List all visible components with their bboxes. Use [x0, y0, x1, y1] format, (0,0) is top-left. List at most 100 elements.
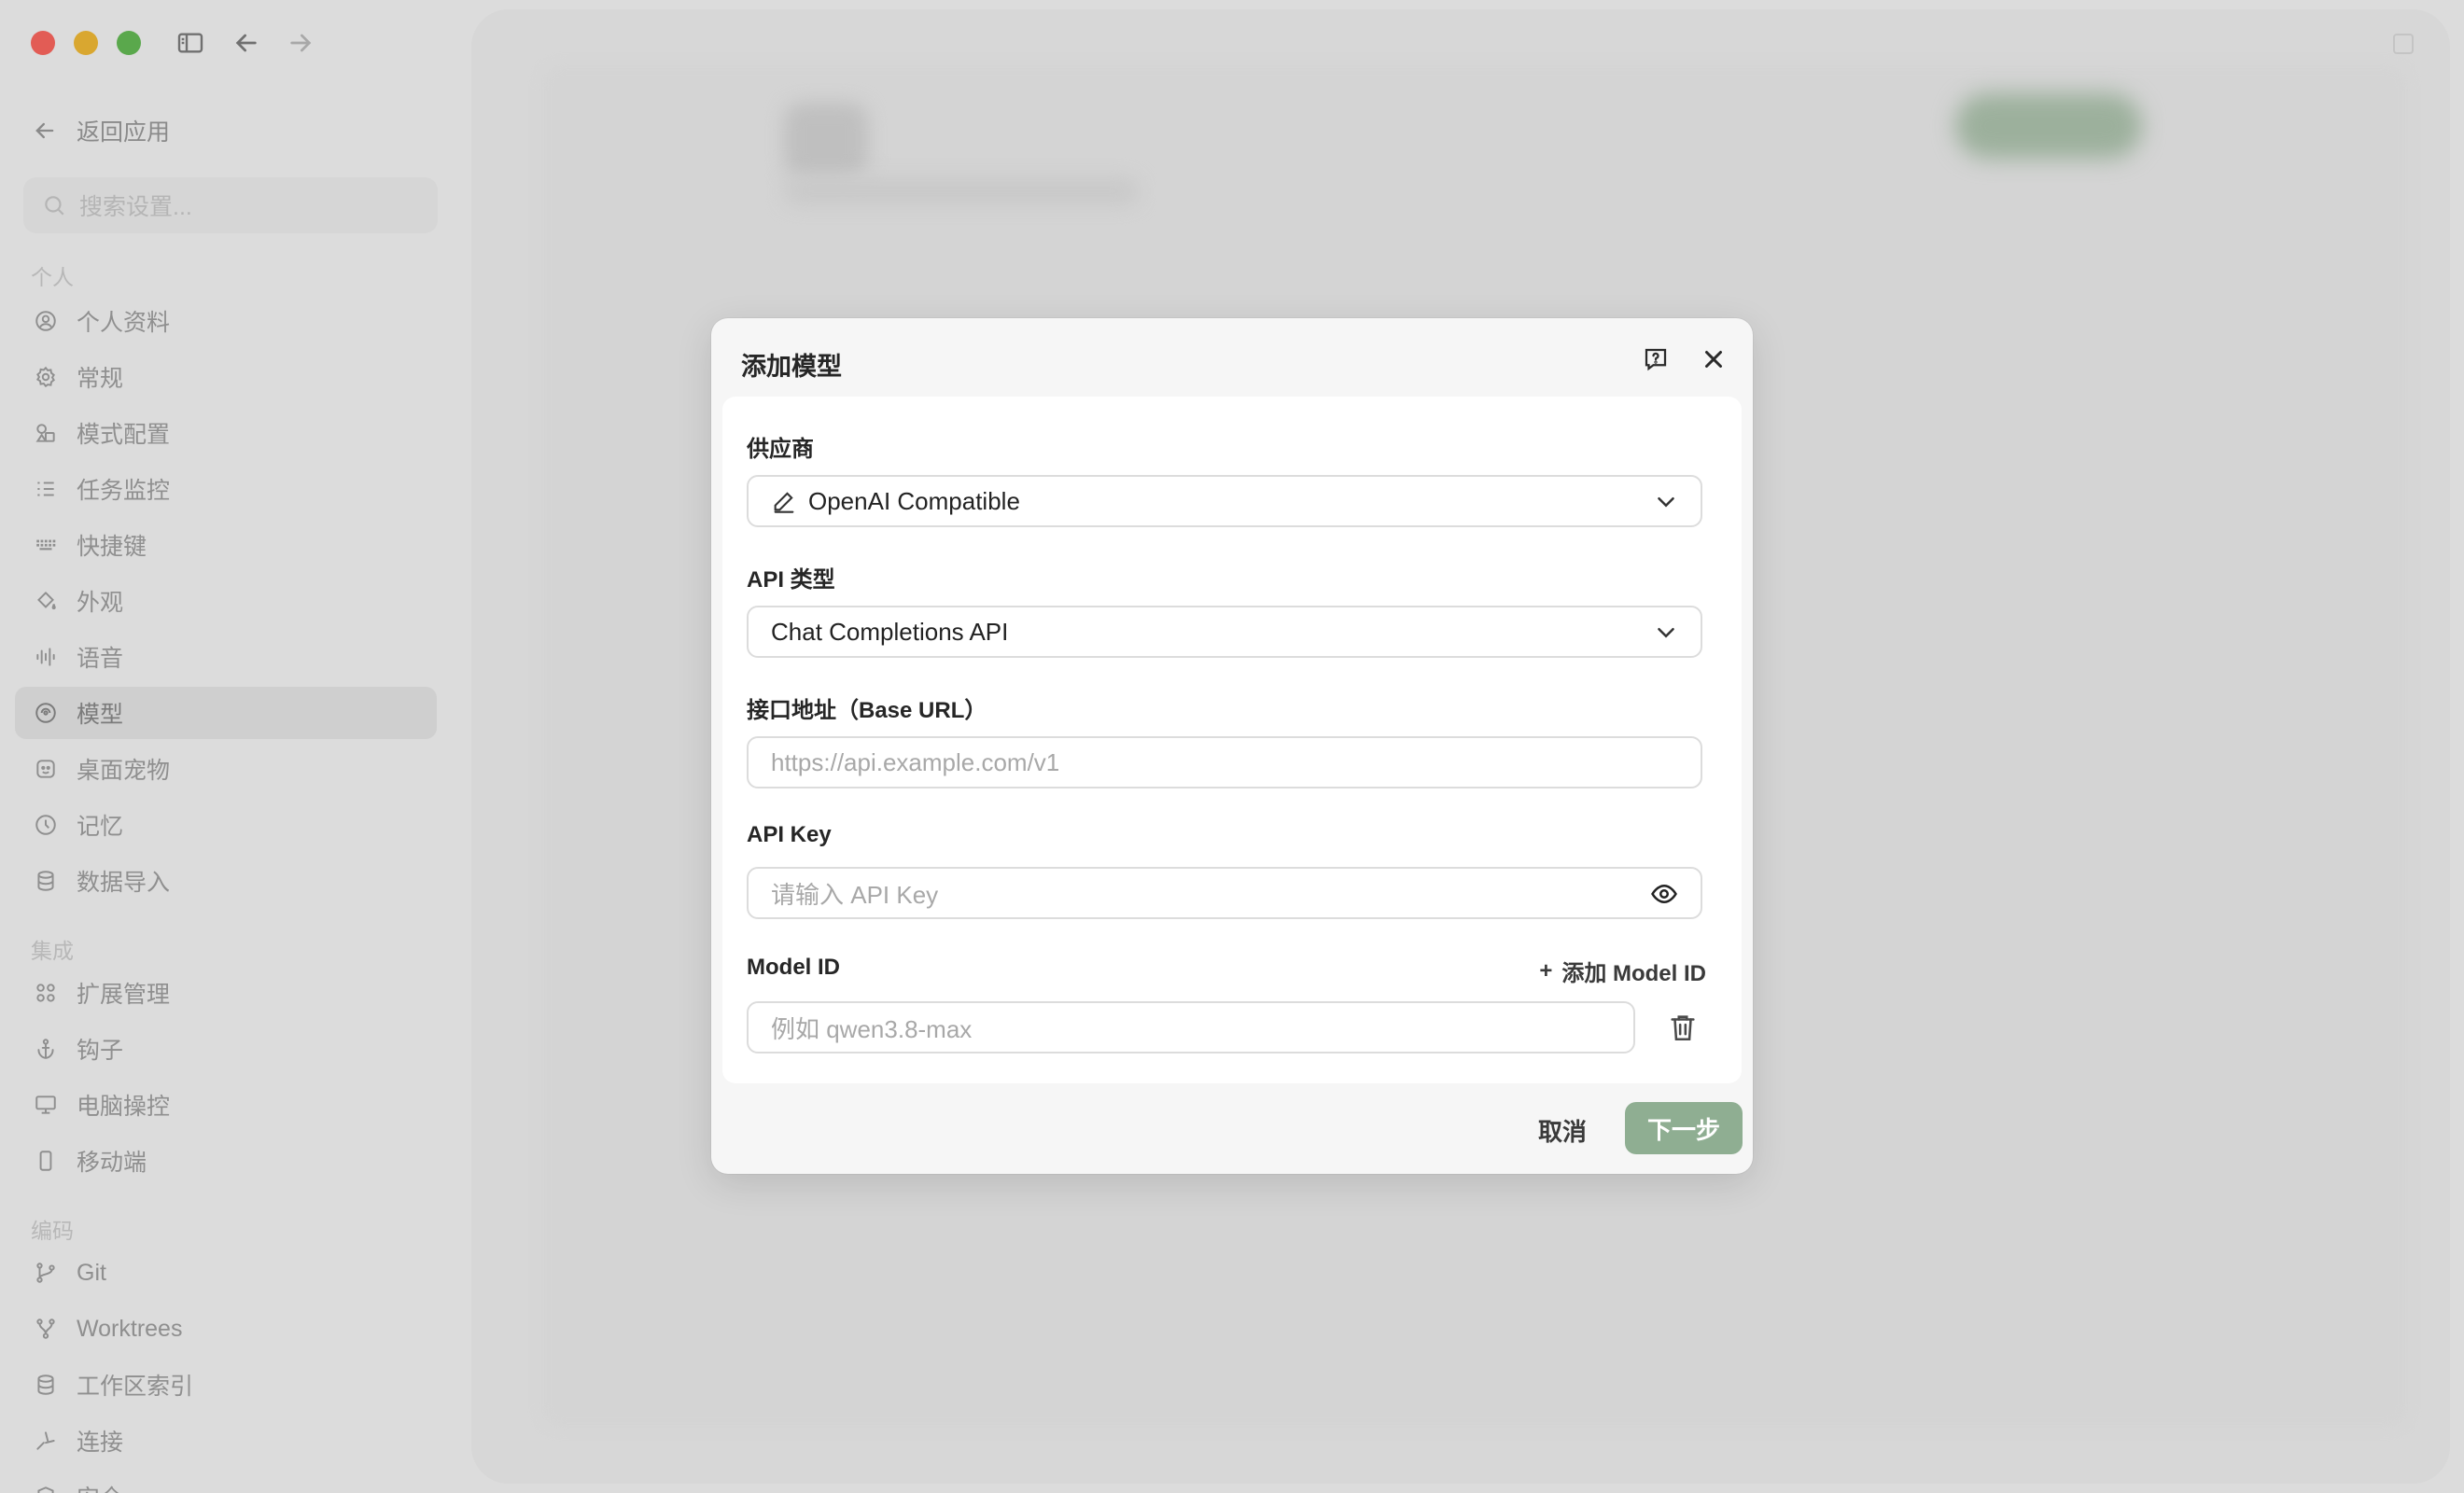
primary-action-blurred	[1955, 93, 2142, 159]
git-branch-icon	[36, 1263, 55, 1283]
sidebar-item-mode-config[interactable]: 模式配置	[15, 407, 437, 459]
section-label-integrations: 集成	[31, 939, 74, 963]
base-url-label: 接口地址（Base URL）	[747, 698, 987, 723]
worktree-icon	[36, 1319, 55, 1339]
list-check-icon	[37, 481, 54, 496]
search-icon	[45, 196, 64, 216]
back-arrow-icon[interactable]	[231, 28, 261, 58]
database-icon	[37, 1374, 54, 1395]
sidebar-item-task-monitor[interactable]: 任务监控	[15, 463, 437, 515]
dialog-body: 供应商 OpenAI Compatible API 类型 Chat Comple…	[722, 397, 1742, 1083]
back-to-app-link[interactable]: 返回应用	[32, 110, 170, 151]
sidebar-item-label: 记忆	[77, 814, 124, 840]
sidebar-item-label: 数据导入	[77, 870, 171, 896]
panel-toggle-icon[interactable]	[2393, 34, 2414, 54]
sidebar-item-label: 语音	[77, 646, 124, 672]
cancel-button[interactable]: 取消	[1538, 1113, 1587, 1148]
sidebar-item-worktrees[interactable]: Worktrees	[15, 1303, 437, 1355]
phone-icon	[39, 1151, 52, 1171]
database-icon	[37, 871, 54, 891]
audio-wave-icon	[36, 648, 55, 666]
sidebar-item-hooks[interactable]: 钩子	[15, 1023, 437, 1075]
window-maximize-button[interactable]	[117, 31, 141, 55]
sidebar-item-security[interactable]: 安全	[15, 1471, 437, 1493]
section-label-personal: 个人	[31, 265, 74, 289]
shapes-icon	[35, 424, 55, 442]
sidebar-item-voice[interactable]: 语音	[15, 631, 437, 683]
sidebar-item-label: 个人资料	[77, 310, 171, 336]
sidebar-item-label: 工作区索引	[77, 1374, 194, 1400]
api-type-select[interactable]: Chat Completions API	[747, 606, 1702, 658]
window-minimize-button[interactable]	[74, 31, 98, 55]
plug-icon	[36, 1431, 55, 1450]
plus-icon: +	[1539, 957, 1553, 984]
model-icon	[35, 703, 56, 723]
section-label-coding: 编码	[31, 1219, 74, 1243]
window-close-button[interactable]	[31, 31, 55, 55]
api-type-label: API 类型	[747, 567, 835, 593]
forward-arrow-icon[interactable]	[286, 28, 315, 58]
paint-bucket-icon	[37, 591, 56, 610]
api-key-placeholder: 请输入 API Key	[771, 880, 939, 909]
back-to-app-label: 返回应用	[77, 119, 171, 146]
sidebar-item-profile[interactable]: 个人资料	[15, 295, 437, 347]
next-step-button[interactable]: 下一步	[1625, 1102, 1743, 1154]
close-icon[interactable]	[1697, 342, 1730, 376]
sidebar-item-label: 模型	[77, 702, 124, 728]
help-icon[interactable]	[1639, 342, 1673, 376]
api-key-label: API Key	[747, 822, 832, 847]
sidebar-item-label: 移动端	[77, 1150, 147, 1176]
dialog-title: 添加模型	[741, 353, 842, 381]
sidebar-item-computer-control[interactable]: 电脑操控	[15, 1079, 437, 1131]
sidebar-item-models[interactable]: 模型	[15, 687, 437, 739]
sidebar-item-label: 快捷键	[77, 534, 147, 560]
sidebar-item-appearance[interactable]: 外观	[15, 575, 437, 627]
sidebar-item-general[interactable]: 常规	[15, 351, 437, 403]
sidebar-item-connections[interactable]: 连接	[15, 1415, 437, 1467]
sidebar-item-label: Worktrees	[77, 1315, 183, 1342]
app-window: 返回应用 搜索设置... 个人 个人资料 常规 模式配置 任务监控 快捷键 外观…	[0, 0, 2464, 1493]
model-id-input[interactable]: 例如 qwen3.8-max	[747, 1001, 1635, 1053]
sidebar-item-data-import[interactable]: 数据导入	[15, 855, 437, 907]
api-type-value: Chat Completions API	[771, 617, 1009, 646]
shield-icon	[37, 1486, 54, 1493]
sidebar-item-label: 模式配置	[77, 422, 171, 448]
sidebar-item-label: 安全	[77, 1480, 123, 1493]
base-url-placeholder: https://api.example.com/v1	[771, 747, 1060, 776]
settings-search-input[interactable]: 搜索设置...	[23, 177, 438, 233]
grid-icon	[36, 984, 55, 1002]
chevron-down-icon	[1658, 628, 1674, 638]
sidebar-item-label: 任务监控	[77, 478, 171, 504]
search-placeholder: 搜索设置...	[79, 194, 192, 220]
sidebar-item-label: 电脑操控	[77, 1094, 171, 1120]
chevron-down-icon	[1658, 497, 1674, 508]
settings-sidebar: 返回应用 搜索设置... 个人 个人资料 常规 模式配置 任务监控 快捷键 外观…	[0, 84, 467, 1493]
trash-icon[interactable]	[1667, 1012, 1699, 1043]
sidebar-item-memory[interactable]: 记忆	[15, 799, 437, 851]
add-model-dialog: 添加模型 供应商 OpenAI Compatible API 类型 Chat C…	[711, 318, 1753, 1174]
memory-icon	[35, 815, 56, 835]
base-url-input[interactable]: https://api.example.com/v1	[747, 736, 1702, 788]
sidebar-toggle-icon[interactable]	[175, 28, 205, 58]
sidebar-item-extensions[interactable]: 扩展管理	[15, 967, 437, 1019]
sidebar-item-mobile[interactable]: 移动端	[15, 1135, 437, 1187]
model-id-placeholder: 例如 qwen3.8-max	[771, 1014, 973, 1043]
sidebar-item-git[interactable]: Git	[15, 1247, 437, 1299]
sidebar-item-workspace-index[interactable]: 工作区索引	[15, 1359, 437, 1411]
eye-icon[interactable]	[1650, 880, 1678, 908]
sidebar-item-shortcuts[interactable]: 快捷键	[15, 519, 437, 571]
sidebar-item-label: 连接	[77, 1430, 124, 1456]
arrow-left-icon	[35, 122, 54, 139]
pencil-icon	[774, 492, 794, 513]
provider-select[interactable]: OpenAI Compatible	[747, 475, 1702, 527]
sidebar-item-label: 扩展管理	[77, 982, 171, 1008]
model-avatar-blurred	[784, 103, 868, 177]
add-model-id-button[interactable]: + 添加 Model ID	[1539, 955, 1706, 987]
pet-icon	[36, 760, 55, 778]
sidebar-item-desktop-pet[interactable]: 桌面宠物	[15, 743, 437, 795]
user-circle-icon	[35, 311, 56, 331]
provider-value: OpenAI Compatible	[808, 486, 1020, 515]
sidebar-item-label: Git	[77, 1259, 106, 1286]
model-id-label: Model ID	[747, 955, 840, 980]
api-key-input[interactable]: 请输入 API Key	[747, 867, 1702, 919]
